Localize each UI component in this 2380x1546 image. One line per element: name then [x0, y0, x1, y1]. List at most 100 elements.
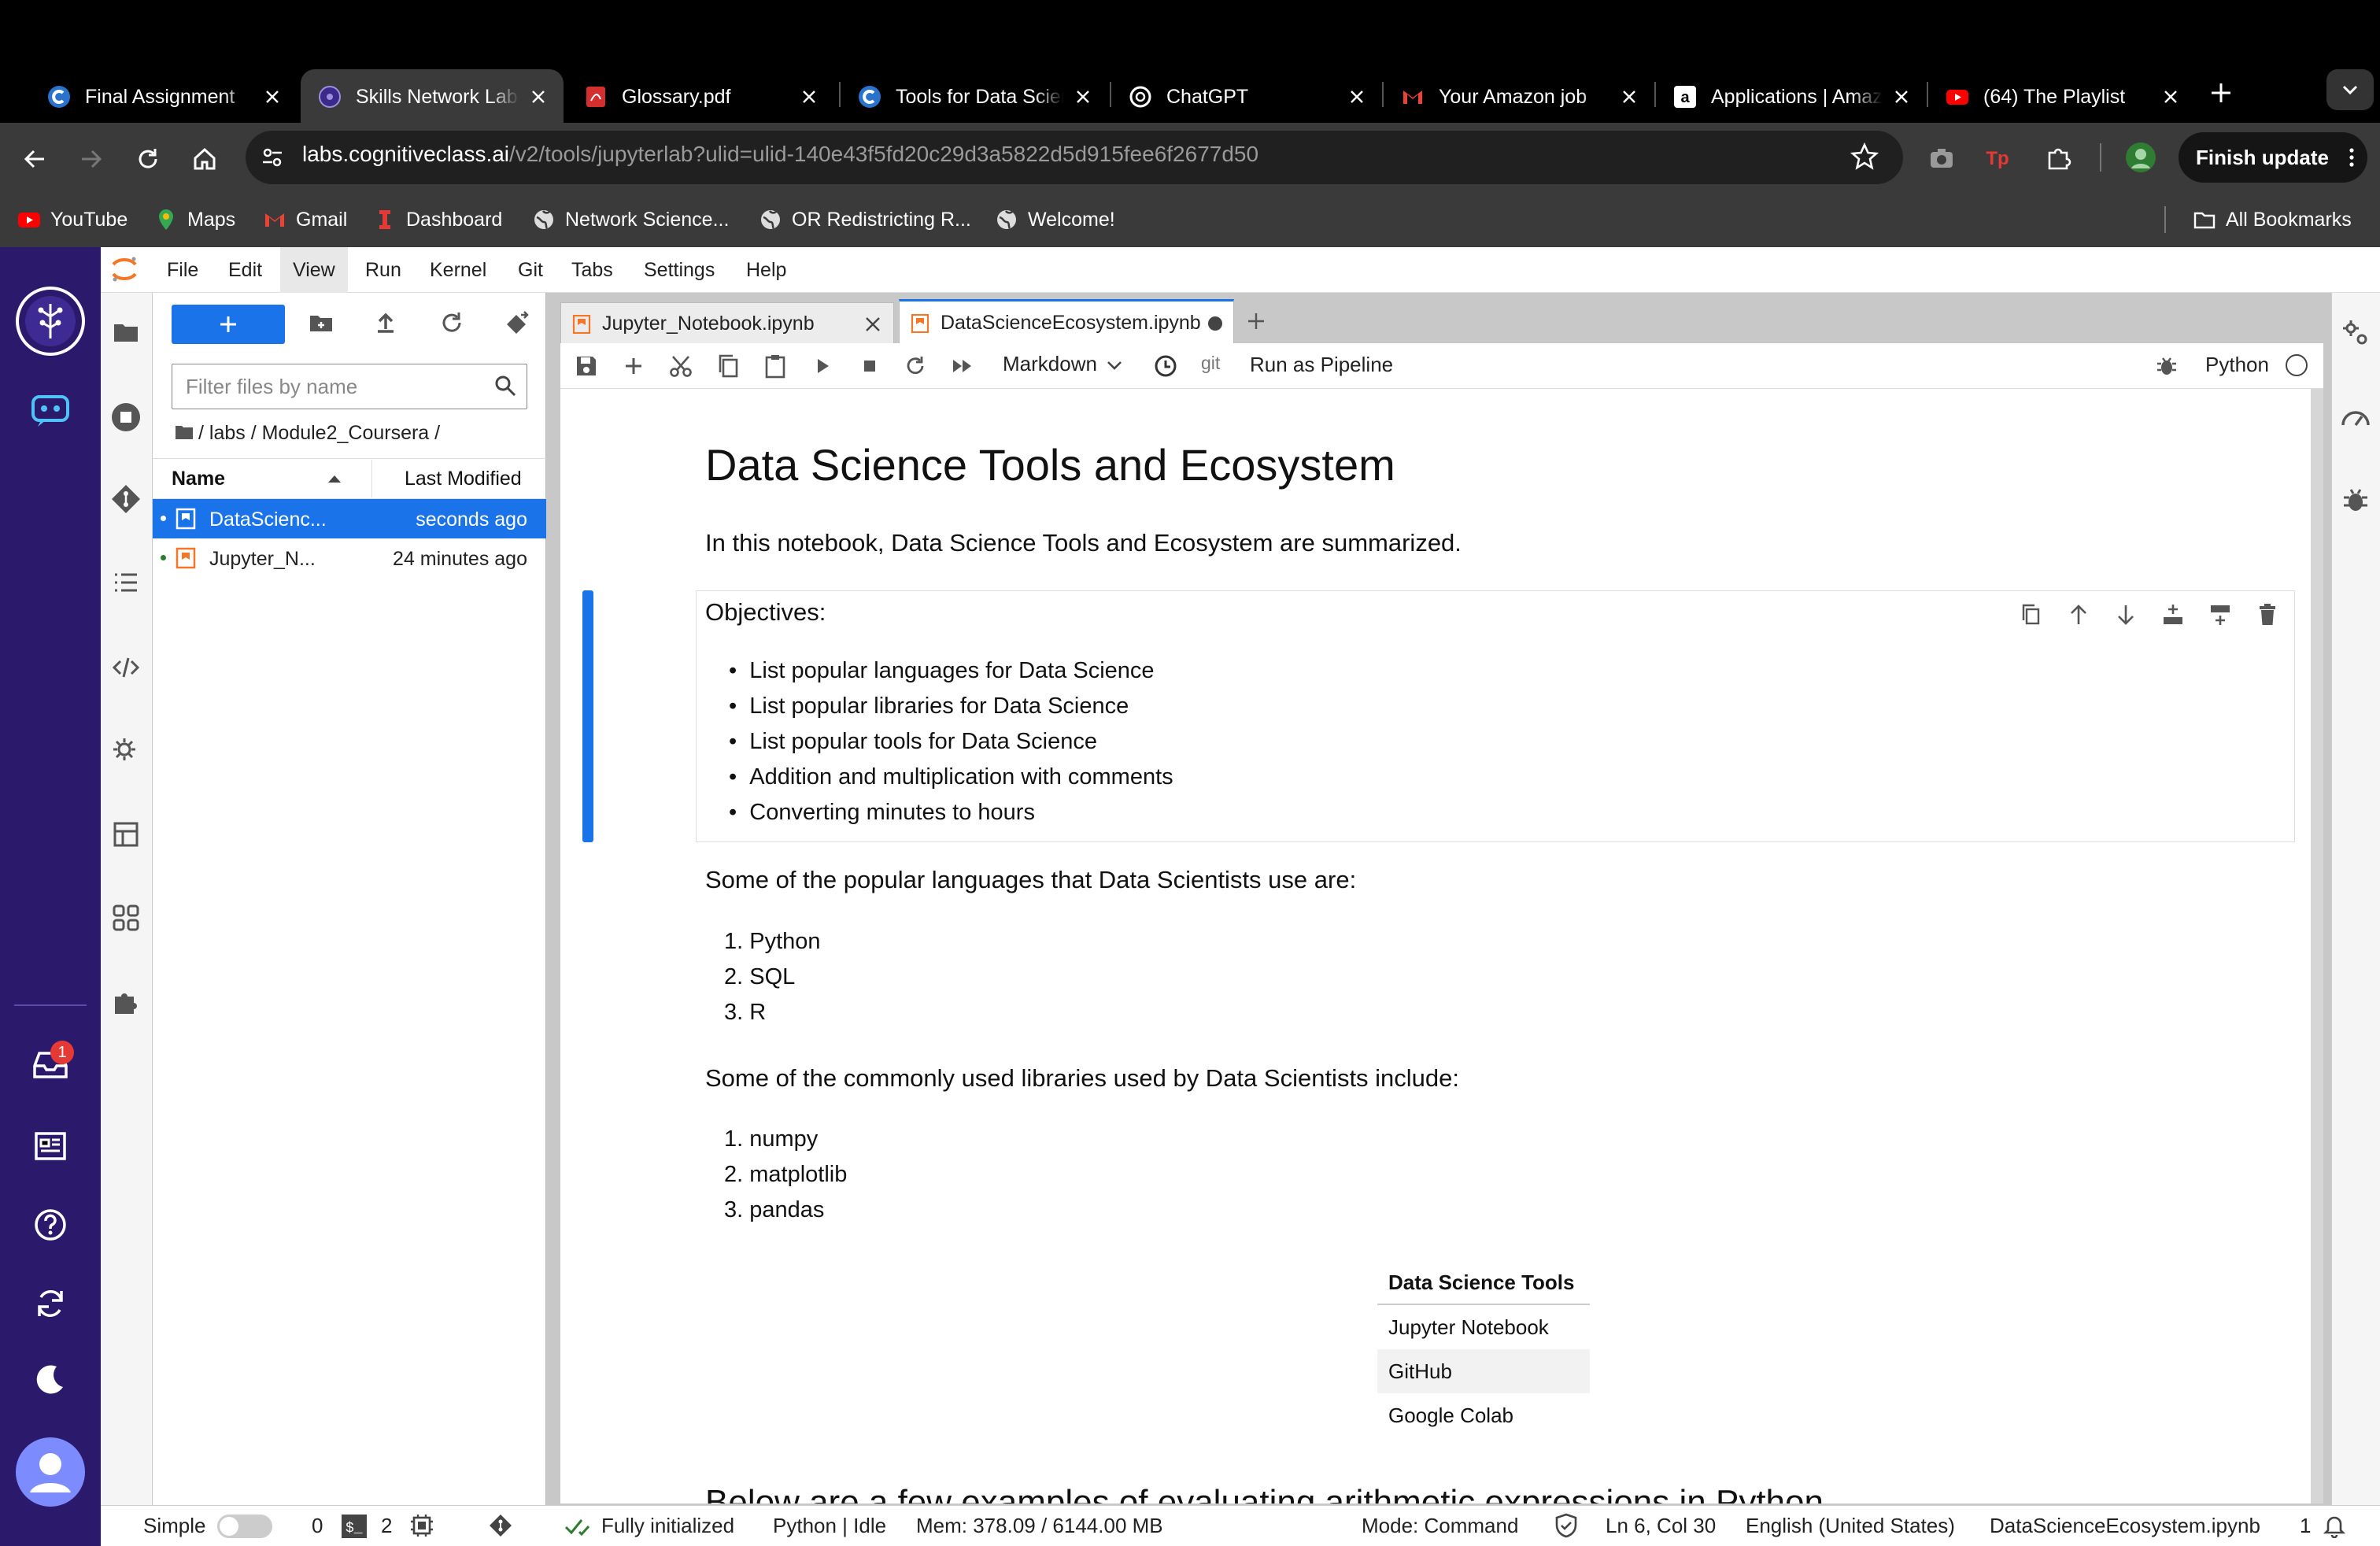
panel-splitter[interactable]: [546, 293, 559, 1505]
new-tab-icon[interactable]: [2204, 76, 2238, 110]
git-status-icon[interactable]: [488, 1513, 513, 1538]
close-icon[interactable]: [1074, 87, 1092, 106]
cursor-position[interactable]: Ln 6, Col 30: [1606, 1505, 1716, 1546]
site-settings-icon[interactable]: [260, 145, 285, 170]
browser-tab[interactable]: Final Assignment: [30, 69, 298, 124]
unsaved-dot-icon[interactable]: [1208, 316, 1222, 331]
help-icon[interactable]: [33, 1208, 68, 1242]
browser-tab[interactable]: Your Amazon job: [1384, 69, 1654, 124]
bookmark-gmail[interactable]: Gmail: [263, 202, 347, 238]
extension-manager-icon[interactable]: [112, 820, 140, 849]
bookmark-star-icon[interactable]: [1850, 142, 1879, 172]
git-clone-icon[interactable]: [501, 305, 535, 340]
browser-tab-active[interactable]: Skills Network Labs: [301, 69, 564, 124]
new-folder-icon[interactable]: [304, 305, 338, 340]
save-icon[interactable]: [573, 353, 600, 379]
menu-git[interactable]: Git: [505, 247, 556, 293]
close-icon[interactable]: [1620, 87, 1639, 106]
bookmark-dashboard[interactable]: Dashboard: [373, 202, 502, 238]
move-down-icon[interactable]: [2112, 601, 2139, 628]
trusted-shield-icon[interactable]: [1554, 1513, 1579, 1538]
code-snippets-icon[interactable]: [112, 653, 140, 682]
breadcrumb[interactable]: / labs / Module2_Coursera /: [175, 422, 440, 445]
run-all-icon[interactable]: [949, 353, 976, 379]
kernel-name[interactable]: Python: [2205, 353, 2269, 377]
bell-icon[interactable]: [2322, 1513, 2347, 1538]
close-icon[interactable]: [800, 87, 819, 106]
refresh-icon[interactable]: [434, 305, 469, 340]
scrollbar-track[interactable]: [2311, 389, 2323, 1503]
delete-cell-icon[interactable]: [2254, 601, 2281, 628]
elyra-components-icon[interactable]: [112, 904, 140, 932]
back-icon[interactable]: [20, 145, 49, 173]
skills-network-logo[interactable]: [14, 285, 87, 357]
debugger-icon[interactable]: [2155, 354, 2179, 378]
browser-tab[interactable]: (64) The Playlist: [1928, 69, 2196, 124]
notification-count[interactable]: 1: [2300, 1505, 2311, 1546]
insert-below-icon[interactable]: [2207, 601, 2234, 628]
folder-icon[interactable]: [112, 318, 140, 346]
upload-icon[interactable]: [368, 305, 403, 340]
property-inspector-icon[interactable]: [110, 735, 142, 767]
menu-edit[interactable]: Edit: [216, 247, 275, 293]
browser-tab[interactable]: Glossary.pdf: [567, 69, 834, 124]
user-avatar[interactable]: [16, 1437, 85, 1507]
camera-icon[interactable]: [1928, 145, 1955, 172]
bookmark-welcome[interactable]: Welcome!: [995, 202, 1115, 238]
running-kernels-icon[interactable]: [110, 401, 142, 433]
bookmark-maps[interactable]: Maps: [154, 202, 235, 238]
menu-kernel[interactable]: Kernel: [417, 247, 499, 293]
browser-tab[interactable]: a Applications | Amazon: [1656, 69, 1927, 124]
kernel-count[interactable]: 2: [381, 1505, 392, 1546]
cell-type-select[interactable]: Markdown: [1003, 352, 1122, 376]
tab-search-button[interactable]: [2326, 69, 2374, 110]
add-tab-icon[interactable]: [1244, 309, 1269, 334]
reload-icon[interactable]: [134, 145, 162, 173]
debugger-icon[interactable]: [2341, 485, 2371, 515]
notebook-tab[interactable]: Jupyter_Notebook.ipynb: [560, 302, 894, 345]
file-row[interactable]: Jupyter_N... 24 minutes ago: [153, 538, 546, 578]
browser-tab[interactable]: Tools for Data Science: [841, 69, 1108, 124]
menu-file[interactable]: File: [154, 247, 211, 293]
browser-tab[interactable]: ChatGPT: [1111, 69, 1382, 124]
cut-icon[interactable]: [667, 353, 694, 379]
resource-usage-icon[interactable]: [2339, 401, 2372, 435]
column-modified-header[interactable]: Last Modified: [405, 468, 522, 490]
notebook-tab-active[interactable]: DataScienceEcosystem.ipynb: [899, 299, 1234, 345]
menu-view[interactable]: View: [280, 247, 348, 293]
git-icon[interactable]: [110, 483, 142, 515]
forward-icon[interactable]: [77, 145, 105, 173]
restart-kernel-icon[interactable]: [902, 353, 929, 379]
ai-chat-icon[interactable]: [30, 394, 71, 428]
bookmark-network-science[interactable]: Network Science...: [532, 202, 729, 238]
new-launcher-button[interactable]: [172, 305, 285, 344]
column-name-header[interactable]: Name: [172, 468, 225, 490]
home-icon[interactable]: [190, 145, 219, 173]
extension-tp-icon[interactable]: Tp: [1983, 143, 2012, 172]
kernel-status-text[interactable]: Python | Idle: [773, 1505, 886, 1546]
bookmark-or-redistricting[interactable]: OR Redistricting R...: [759, 202, 971, 238]
puzzle-extensions-icon[interactable]: [112, 987, 140, 1015]
close-icon[interactable]: [2161, 87, 2180, 106]
insert-above-icon[interactable]: [2160, 601, 2186, 628]
lsp-status-text[interactable]: Fully initialized: [601, 1505, 734, 1546]
run-as-pipeline-button[interactable]: Run as Pipeline: [1250, 353, 1393, 377]
news-icon[interactable]: [33, 1130, 68, 1162]
lsp-status-icon[interactable]: [564, 1513, 590, 1538]
move-up-icon[interactable]: [2065, 601, 2092, 628]
clock-icon[interactable]: [1152, 353, 1179, 379]
profile-avatar[interactable]: [2125, 142, 2156, 173]
interrupt-kernel-icon[interactable]: [856, 353, 883, 379]
sync-icon[interactable]: [33, 1286, 68, 1321]
dark-mode-icon[interactable]: [33, 1362, 68, 1396]
simple-mode-toggle[interactable]: [217, 1515, 272, 1538]
menu-settings[interactable]: Settings: [631, 247, 727, 293]
terminal-count[interactable]: 0: [312, 1505, 323, 1546]
all-bookmarks-button[interactable]: All Bookmarks: [2193, 202, 2352, 238]
git-diff-button[interactable]: git: [1201, 353, 1220, 374]
menu-help[interactable]: Help: [734, 247, 799, 293]
display-language[interactable]: English (United States): [1746, 1505, 1955, 1546]
property-inspector-icon[interactable]: [2341, 318, 2371, 348]
close-icon[interactable]: [863, 315, 882, 334]
paste-icon[interactable]: [762, 353, 789, 379]
